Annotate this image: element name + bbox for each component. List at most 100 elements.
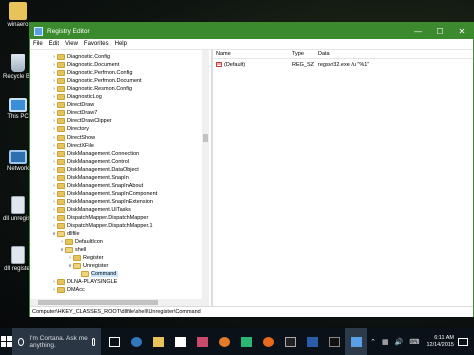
regedit-button[interactable] (345, 328, 368, 355)
tree-item[interactable]: › DirectDraw7 (51, 109, 97, 117)
tree-item-label: DirectShow (67, 134, 96, 141)
cmd-button[interactable] (279, 328, 301, 355)
tree-item[interactable]: › Register (67, 254, 103, 262)
status-path: Computer\HKEY_CLASSES_ROOT\dllfile\shell… (32, 309, 201, 315)
maximize-button[interactable]: ☐ (429, 23, 451, 39)
tree-item[interactable]: › DiskManagement.Connection (51, 150, 139, 158)
paint-button[interactable] (191, 328, 213, 355)
tree-item[interactable]: › Diagnostic.Config (51, 53, 110, 61)
menu-edit[interactable]: Edit (49, 41, 59, 47)
edge-button[interactable] (125, 328, 147, 355)
winaero-tweaker-button[interactable] (235, 328, 257, 355)
firefox-button[interactable] (257, 328, 279, 355)
tree-item[interactable]: › Diagnostic.Document (51, 61, 119, 69)
tree-item[interactable]: Command (75, 270, 119, 278)
network-icon[interactable]: ▦ (382, 338, 389, 346)
tree-item[interactable]: › DMAcc (51, 286, 85, 294)
tree-item[interactable]: › DiskManagement.SnapIn (51, 174, 129, 182)
tree-item-label: DispatchMapper.DispatchMapper.1 (67, 223, 153, 230)
folder-icon (9, 2, 27, 20)
menu-favorites[interactable]: Favorites (84, 41, 109, 47)
value-data: regsvr32.exe /u "%1" (318, 62, 370, 68)
tree-item[interactable]: › DirectShow (51, 134, 95, 142)
tree-item[interactable]: › DLNA-PLAYSINGLE (51, 278, 117, 286)
registry-editor-window: Registry Editor — ☐ ✕ File Edit View Fav… (29, 22, 474, 317)
tree-item-label: DirectDraw (67, 102, 95, 109)
tree-item[interactable]: › DirectDraw (51, 101, 94, 109)
folder-icon (57, 174, 65, 181)
folder-icon (57, 134, 65, 141)
column-header-data[interactable]: Data (318, 51, 330, 57)
folder-icon (57, 166, 65, 173)
folder-icon (57, 198, 65, 205)
tree-item-label: shell (75, 247, 87, 254)
value-row[interactable]: ab (Default) REG_SZ regsvr32.exe /u "%1" (213, 61, 473, 69)
volume-icon[interactable]: 🔊 (395, 338, 404, 346)
powershell-button[interactable] (301, 328, 323, 355)
tree-item[interactable]: › Directory (51, 125, 89, 133)
tree-item[interactable]: ∨ shell (59, 246, 86, 254)
column-header-type[interactable]: Type (292, 51, 304, 57)
tree-item-label: DispatchMapper.DispatchMapper (67, 215, 149, 221)
tree-item[interactable]: › Diagnostic.Resmon.Config (51, 85, 132, 93)
window-title: Registry Editor (47, 27, 90, 35)
store-icon (174, 336, 186, 347)
keyboard-icon[interactable]: ⌨ (409, 338, 419, 346)
tree-item[interactable]: ∨ Unregister (67, 262, 108, 270)
title-bar[interactable]: Registry Editor — ☐ ✕ (30, 23, 473, 39)
start-button[interactable] (0, 328, 12, 355)
registry-tree[interactable]: › Diagnostic.Config › Diagnostic.Document › D… (30, 50, 211, 306)
folder-icon (57, 54, 65, 60)
file-explorer-button[interactable] (147, 328, 169, 355)
microphone-icon[interactable] (91, 337, 96, 346)
close-button[interactable]: ✕ (451, 23, 473, 39)
tree-vertical-scrollbar[interactable] (202, 50, 209, 306)
tree-item[interactable]: › DiskManagement.Control (51, 158, 129, 166)
folder-icon (57, 287, 65, 294)
mouse-cursor-icon (397, 270, 400, 279)
scrollbar-thumb[interactable] (38, 300, 158, 305)
string-value-icon: ab (216, 62, 222, 67)
store-button[interactable] (169, 328, 191, 355)
tree-item[interactable]: › Diagnostic.Perfmon.Document (51, 77, 142, 85)
tree-item[interactable]: › DiskManagement.SnapInAbout (51, 182, 143, 190)
folder-icon (57, 94, 65, 101)
tree-horizontal-scrollbar[interactable] (30, 299, 202, 306)
menu-view[interactable]: View (65, 41, 78, 47)
tree-item[interactable]: › DiskManagement.UITasks (51, 206, 131, 214)
scrollbar-thumb[interactable] (203, 134, 208, 142)
clock[interactable]: 6:11 AM 12/14/2015 (426, 335, 454, 349)
terminal-button[interactable] (323, 328, 345, 355)
cortana-search-box[interactable]: I'm Cortana. Ask me anything. (12, 328, 102, 355)
windows-logo-icon (0, 336, 12, 347)
tree-item[interactable]: › DefaultIcon (59, 238, 103, 246)
minimize-button[interactable]: — (407, 23, 429, 39)
tree-item[interactable]: ∨ dllfile (51, 230, 80, 238)
tree-item[interactable]: › DirectXFile (51, 142, 94, 150)
powershell-icon (306, 336, 318, 347)
tree-item[interactable]: › DiskManagement.DataObject (51, 166, 139, 174)
tree-item[interactable]: › DiskManagement.SnapInComponent (51, 190, 157, 198)
menu-file[interactable]: File (33, 41, 43, 47)
column-header-name[interactable]: Name (216, 51, 231, 57)
folder-icon (57, 279, 65, 286)
media-player-button[interactable] (213, 328, 235, 355)
tree-item[interactable]: › DispatchMapper.DispatchMapper (51, 214, 148, 222)
firefox-icon (262, 336, 274, 347)
menu-help[interactable]: Help (115, 41, 127, 47)
tree-item[interactable]: › DispatchMapper.DispatchMapper.1 (51, 222, 153, 230)
tree-item[interactable]: › Diagnostic.Perfmon.Config (51, 69, 132, 77)
tree-item-label: DMAcc (67, 287, 85, 294)
task-view-button[interactable] (103, 328, 125, 355)
tree-item-label: DiskManagement.Connection (67, 150, 140, 157)
tree-item-label: Diagnostic.Resmon.Config (67, 86, 133, 93)
tree-item[interactable]: › DiagnosticLog (51, 93, 102, 101)
folder-icon (57, 126, 65, 133)
tree-item-label: DirectDrawClipper (67, 118, 112, 125)
folder-icon (57, 70, 65, 77)
tree-item-label: DiskManagement.SnapInComponent (67, 190, 158, 197)
tree-item[interactable]: › DirectDrawClipper (51, 117, 112, 125)
chevron-up-icon[interactable]: ⌃ (370, 338, 376, 346)
action-center-icon[interactable] (458, 337, 468, 346)
tree-item[interactable]: › DiskManagement.SnapInExtension (51, 198, 153, 206)
